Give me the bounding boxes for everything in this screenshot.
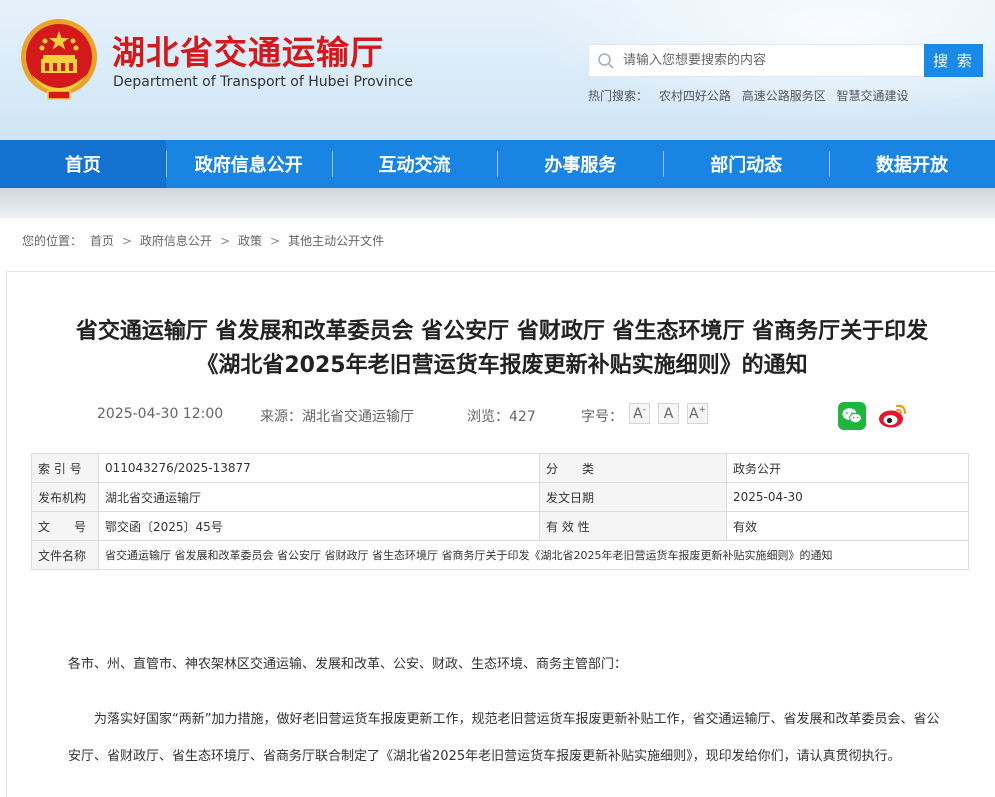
info-key: 分 类 [539,453,727,483]
nav-item-open-data[interactable]: 数据开放 [829,140,995,188]
table-row: 文件名称 省交通运输厅 省发展和改革委员会 省公安厅 省财政厅 省生态环境厅 省… [31,540,969,570]
breadcrumb-separator: > [121,234,132,248]
breadcrumb-separator: > [270,234,281,248]
weibo-icon[interactable] [877,400,909,432]
hot-search-link[interactable]: 高速公路服务区 [742,89,826,103]
nav-item-interaction[interactable]: 互动交流 [331,140,498,188]
info-value: 省交通运输厅 省发展和改革委员会 省公安厅 省财政厅 省生态环境厅 省商务厅关于… [98,540,969,570]
article-title: 省交通运输厅 省发展和改革委员会 省公安厅 省财政厅 省生态环境厅 省商务厅关于… [20,315,984,383]
breadcrumb: 您的位置： 首页 > 政府信息公开 > 政策 > 其他主动公开文件 [22,232,384,249]
breadcrumb-link[interactable]: 政策 [238,234,262,248]
font-size-label: 字号： [581,409,623,425]
article-title-line: 《湖北省2025年老旧营运货车报废更新补贴实施细则》的通知 [196,353,808,378]
info-key: 发文日期 [539,482,727,512]
table-row: 索 引 号 011043276/2025-13877 分 类 政务公开 [31,453,969,483]
article-title-line: 省交通运输厅 省发展和改革委员会 省公安厅 省财政厅 省生态环境厅 省商务厅关于… [75,319,929,344]
article-views: 浏览：427 [467,406,536,426]
breadcrumb-separator: > [219,234,230,248]
views-label: 浏览： [467,409,509,425]
nav-item-home[interactable]: 首页 [0,140,166,188]
info-value: 011043276/2025-13877 [98,453,540,483]
site-title: 湖北省交通运输厅 [112,33,384,72]
hot-search-link[interactable]: 农村四好公路 [659,89,731,103]
site-subtitle: Department of Transport of Hubei Provinc… [113,74,414,90]
table-row: 发布机构 湖北省交通运输厅 发文日期 2025-04-30 [31,482,969,512]
font-small-button[interactable]: A- [629,403,650,424]
table-row: 文 号 鄂交函〔2025〕45号 有 效 性 有效 [31,511,969,541]
breadcrumb-link[interactable]: 其他主动公开文件 [288,234,384,248]
breadcrumb-link[interactable]: 政府信息公开 [140,234,212,248]
decorative-band [0,188,995,218]
breadcrumb-label: 您的位置： [22,234,83,248]
nav-item-services[interactable]: 办事服务 [497,140,663,188]
search-box [588,44,924,77]
font-medium-button[interactable]: A [658,403,679,424]
article-source: 来源：湖北省交通运输厅 [260,406,414,426]
salutation: 各市、州、直管市、神农架林区交通运输、发展和改革、公安、财政、生态环境、商务主管… [68,657,628,672]
info-key: 有 效 性 [539,511,727,541]
nav-item-gov-info[interactable]: 政府信息公开 [165,140,332,188]
document-info-table: 索 引 号 011043276/2025-13877 分 类 政务公开 发布机构… [31,453,969,570]
source-label: 来源： [260,409,302,425]
site-header: 湖北省交通运输厅 Department of Transport of Hube… [0,0,995,140]
hot-search-label: 热门搜索： [588,89,649,103]
info-value: 有效 [726,511,969,541]
national-emblem-icon[interactable] [18,15,100,103]
info-value: 鄂交函〔2025〕45号 [98,511,540,541]
breadcrumb-link[interactable]: 首页 [90,234,114,248]
main-nav: 首页 政府信息公开 互动交流 办事服务 部门动态 数据开放 [0,140,995,188]
info-value: 政务公开 [726,453,969,483]
info-key: 发布机构 [31,482,99,512]
font-large-button[interactable]: A + [687,403,708,424]
info-key: 文 号 [31,511,99,541]
info-value: 湖北省交通运输厅 [98,482,540,512]
wechat-icon[interactable] [838,402,866,430]
views-count: 427 [509,409,536,425]
hot-searches: 热门搜索： 农村四好公路 高速公路服务区 智慧交通建设 [588,87,916,104]
search-icon [598,53,614,69]
body-paragraph: 为落实好国家“两新”加力措施，做好老旧营运货车报废更新工作，规范老旧营运货车报废… [68,712,940,764]
article-datetime: 2025-04-30 12:00 [97,406,224,422]
hot-search-link[interactable]: 智慧交通建设 [837,89,909,103]
nav-item-news[interactable]: 部门动态 [663,140,829,188]
source-value: 湖北省交通运输厅 [302,409,414,425]
info-key: 文件名称 [31,540,99,570]
search-button[interactable]: 搜 索 [924,44,983,77]
info-key: 索 引 号 [31,453,99,483]
search-input[interactable] [623,45,913,76]
info-value: 2025-04-30 [726,482,969,512]
